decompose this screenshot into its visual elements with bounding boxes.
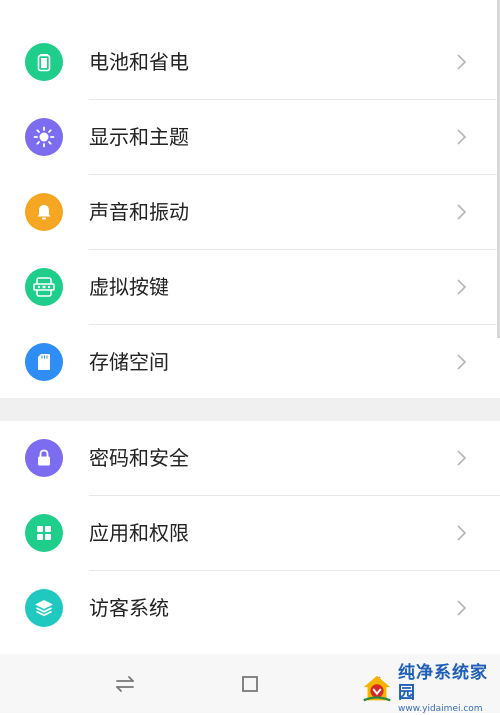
chevron-right-icon (457, 54, 467, 70)
chevron-right-icon (457, 129, 467, 145)
chevron-right-icon (457, 354, 467, 370)
battery-icon (25, 43, 63, 81)
settings-item-label: 应用和权限 (89, 521, 189, 545)
settings-item-label: 显示和主题 (89, 125, 189, 149)
settings-section-1: 电池和省电 显示和主题 声音和振动 虚拟按键 存储空间 (0, 0, 500, 398)
watermark-title: 纯净系统家园 (398, 662, 488, 703)
settings-item-guest-system[interactable]: 访客系统 (0, 571, 500, 646)
chevron-right-icon (457, 600, 467, 616)
settings-item-label: 电池和省电 (89, 50, 189, 74)
settings-item-label: 密码和安全 (89, 446, 189, 470)
brightness-icon (25, 118, 63, 156)
apps-grid-icon (25, 514, 63, 552)
settings-item-label: 访客系统 (89, 596, 169, 620)
section-separator (0, 398, 500, 421)
sd-card-icon (25, 343, 63, 381)
settings-item-apps-permissions[interactable]: 应用和权限 (0, 496, 500, 571)
lock-icon (25, 439, 63, 477)
chevron-right-icon (457, 204, 467, 220)
chevron-right-icon (457, 279, 467, 295)
home-square-icon[interactable] (232, 666, 268, 702)
bell-icon (25, 193, 63, 231)
watermark: 纯净系统家园 www.yidaimei.com (360, 662, 500, 714)
chevron-right-icon (457, 525, 467, 541)
watermark-logo-icon (363, 675, 391, 701)
settings-item-label: 存储空间 (89, 350, 169, 374)
settings-item-display[interactable]: 显示和主题 (0, 100, 500, 175)
settings-item-sound[interactable]: 声音和振动 (0, 175, 500, 250)
settings-item-label: 虚拟按键 (89, 275, 169, 299)
chevron-right-icon (457, 450, 467, 466)
settings-item-battery[interactable]: 电池和省电 (0, 25, 500, 100)
virtual-keys-icon (25, 268, 63, 306)
settings-item-storage[interactable]: 存储空间 (0, 325, 500, 400)
switch-icon[interactable] (107, 666, 143, 702)
settings-item-label: 声音和振动 (89, 200, 189, 224)
layers-icon (25, 589, 63, 627)
settings-item-virtual-keys[interactable]: 虚拟按键 (0, 250, 500, 325)
settings-item-password-security[interactable]: 密码和安全 (0, 421, 500, 496)
settings-section-2: 密码和安全 应用和权限 访客系统 (0, 421, 500, 654)
